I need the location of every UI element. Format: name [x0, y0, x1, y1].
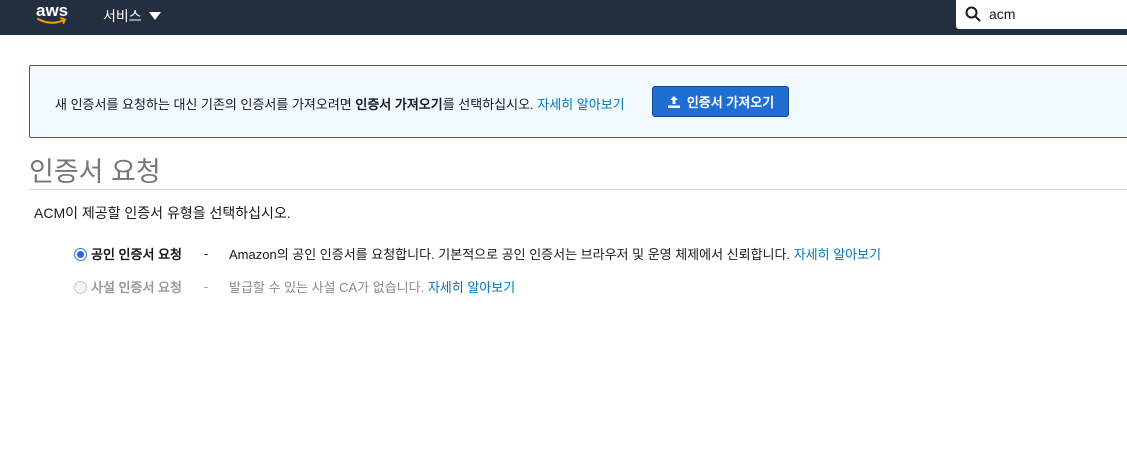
top-navigation-bar: aws 서비스: [0, 0, 1127, 35]
private-learn-more-link[interactable]: 자세히 알아보기: [428, 280, 515, 295]
banner-text-before: 새 인증서를 요청하는 대신 기존의 인증서를 가져오려면: [55, 97, 356, 112]
page-description: ACM이 제공할 인증서 유형을 선택하십시오.: [34, 205, 291, 221]
option-public-certificate[interactable]: 공인 인증서 요청 - Amazon의 공인 인증서를 요청합니다. 기본적으로…: [74, 244, 881, 263]
public-certificate-description: Amazon의 공인 인증서를 요청합니다. 기본적으로 공인 인증서는 브라우…: [229, 244, 881, 263]
public-learn-more-link[interactable]: 자세히 알아보기: [794, 247, 881, 262]
banner-text-after: 를 선택하십시오.: [442, 97, 538, 112]
private-certificate-radio[interactable]: [74, 281, 87, 294]
search-box[interactable]: [956, 0, 1127, 29]
import-button-label: 인증서 가져오기: [686, 95, 775, 110]
option-private-certificate[interactable]: 사설 인증서 요청 - 발급할 수 있는 사설 CA가 없습니다. 자세히 알아…: [74, 277, 515, 296]
banner-text-bold: 인증서 가져오기: [355, 97, 443, 112]
aws-logo[interactable]: aws: [36, 0, 70, 26]
public-certificate-radio[interactable]: [74, 248, 87, 261]
search-icon: [965, 6, 981, 22]
services-menu-button[interactable]: 서비스: [103, 6, 161, 26]
private-description-text: 발급할 수 있는 사설 CA가 없습니다.: [229, 280, 428, 295]
search-input[interactable]: [989, 3, 1119, 25]
private-certificate-description: 발급할 수 있는 사설 CA가 없습니다. 자세히 알아보기: [229, 277, 515, 296]
private-certificate-label: 사설 인증서 요청: [91, 280, 182, 295]
aws-smile-icon: [37, 17, 67, 24]
import-certificate-button[interactable]: 인증서 가져오기: [652, 86, 789, 117]
option-separator: -: [204, 279, 209, 294]
title-divider: [29, 189, 1127, 190]
public-description-text: Amazon의 공인 인증서를 요청합니다. 기본적으로 공인 인증서는 브라우…: [229, 247, 794, 262]
services-label: 서비스: [103, 8, 142, 24]
public-certificate-label[interactable]: 공인 인증서 요청: [91, 244, 204, 263]
banner-text: 새 인증서를 요청하는 대신 기존의 인증서를 가져오려면 인증서 가져오기를 …: [55, 94, 625, 113]
caret-down-icon: [148, 12, 161, 20]
option-separator: -: [204, 246, 209, 261]
upload-icon: [667, 95, 680, 108]
import-info-banner: 새 인증서를 요청하는 대신 기존의 인증서를 가져오려면 인증서 가져오기를 …: [29, 65, 1127, 138]
banner-learn-more-link[interactable]: 자세히 알아보기: [537, 97, 624, 112]
page-title: 인증서 요청: [29, 157, 161, 187]
